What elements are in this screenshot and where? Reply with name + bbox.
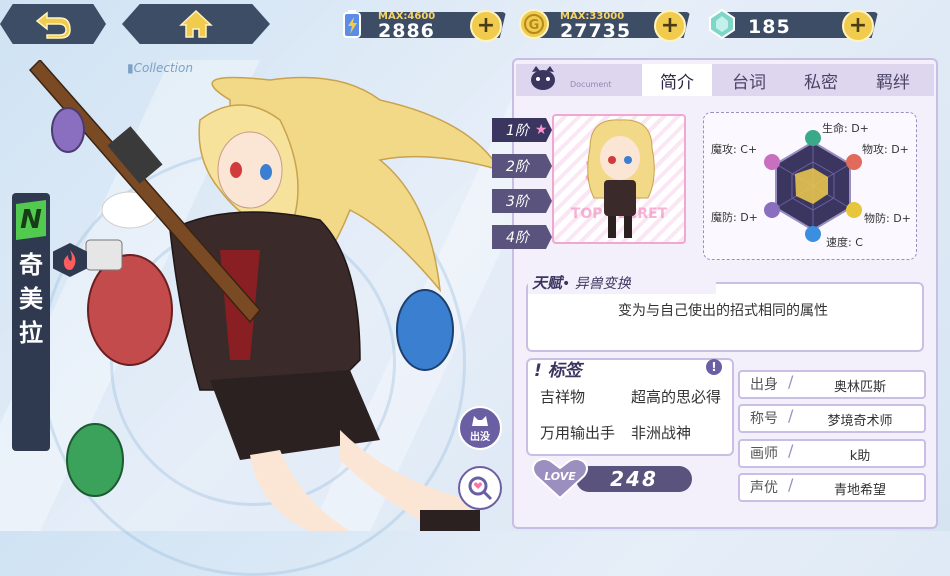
love-label: LOVE bbox=[544, 470, 576, 483]
back-arrow-icon bbox=[35, 11, 71, 39]
stage-3-button[interactable]: 3阶 bbox=[492, 189, 552, 213]
character-illustration bbox=[28, 60, 502, 531]
tags-title: 标签 bbox=[547, 361, 582, 381]
gold-value: 27735 bbox=[560, 20, 632, 42]
stamina-value: 2886 bbox=[378, 20, 435, 42]
tab-private[interactable]: 私密 bbox=[786, 64, 856, 96]
stat-mag-def: 魔防: D+ bbox=[711, 211, 758, 224]
magnifier-heart-icon bbox=[468, 476, 493, 501]
tab-lines[interactable]: 台词 bbox=[714, 64, 784, 96]
view-illustration-button[interactable] bbox=[458, 466, 502, 510]
monster-face-icon bbox=[472, 415, 488, 426]
stage-4-button[interactable]: 4阶 bbox=[492, 225, 552, 249]
info-value: 青地希望 bbox=[833, 483, 886, 498]
stage-4-label: 4阶 bbox=[506, 230, 529, 246]
appear-label: 出没 bbox=[470, 431, 490, 443]
info-value: 梦境奇术师 bbox=[827, 414, 893, 429]
stat-phys-def: 物防: D+ bbox=[864, 212, 911, 225]
info-separator: / bbox=[788, 475, 794, 494]
talent-header: 天赋• 异兽变换 bbox=[528, 272, 716, 294]
stage-3-label: 3阶 bbox=[506, 194, 529, 210]
stage-1-label: 1阶 bbox=[506, 123, 529, 139]
info-key: 声优 bbox=[750, 480, 778, 496]
info-key: 画师 bbox=[750, 446, 778, 462]
tab-profile[interactable]: 简介 bbox=[642, 64, 712, 96]
stage-2-label: 2阶 bbox=[506, 159, 529, 175]
info-key: 出身 bbox=[750, 377, 778, 393]
stage-2-button[interactable]: 2阶 bbox=[492, 154, 552, 178]
chibi-preview: 机密 TOP SECRET bbox=[552, 114, 686, 244]
tag-item: 万用输出手 bbox=[540, 424, 616, 442]
appear-button[interactable]: 出没 bbox=[458, 406, 502, 450]
back-button[interactable] bbox=[0, 4, 106, 44]
love-value: 248 bbox=[576, 466, 692, 492]
info-separator: / bbox=[788, 406, 794, 425]
talent-title: 天赋 bbox=[532, 274, 563, 292]
info-key: 称号 bbox=[750, 411, 778, 427]
talent-name: • 异兽变换 bbox=[562, 276, 631, 292]
talent-description: 变为与自己使出的招式相同的属性 bbox=[618, 303, 828, 319]
info-value: 奥林匹斯 bbox=[833, 380, 886, 395]
stat-hp: 生命: D+ bbox=[822, 122, 869, 135]
info-value: k助 bbox=[849, 449, 871, 464]
gold-counter: G MAX:33000 27735 + bbox=[518, 8, 690, 42]
tab-bond[interactable]: 羁绊 bbox=[858, 64, 928, 96]
document-mascot-icon bbox=[528, 64, 558, 92]
stats-radar-chart bbox=[764, 130, 862, 242]
info-row-origin: 出身 / 奥林匹斯 bbox=[738, 370, 926, 399]
crystal-icon bbox=[706, 8, 738, 40]
document-label: Document bbox=[570, 80, 612, 89]
tag-item: 非洲战神 bbox=[631, 424, 692, 442]
battery-icon bbox=[336, 8, 368, 40]
info-row-artist: 画师 / k助 bbox=[738, 439, 926, 468]
gem-counter: 185 + bbox=[706, 8, 878, 42]
tag-item: 超高的思必得 bbox=[631, 388, 722, 406]
info-row-title: 称号 / 梦境奇术师 bbox=[738, 404, 926, 433]
character-name: 奇美拉 bbox=[19, 251, 43, 347]
gem-value: 185 bbox=[748, 16, 791, 38]
star-icon: ★ bbox=[534, 122, 548, 138]
coin-icon: G bbox=[518, 8, 550, 40]
svg-text:G: G bbox=[529, 18, 540, 33]
info-separator: / bbox=[788, 441, 794, 460]
tag-item: 吉祥物 bbox=[540, 388, 586, 406]
gem-add-button[interactable]: + bbox=[842, 10, 874, 42]
home-button[interactable] bbox=[122, 4, 270, 44]
stage-1-button[interactable]: 1阶 ★ bbox=[492, 118, 552, 142]
stamina-counter: MAX:4600 2886 + bbox=[336, 8, 506, 42]
home-icon bbox=[179, 9, 213, 38]
tag-mark-icon: ! bbox=[534, 361, 542, 381]
stamina-add-button[interactable]: + bbox=[470, 10, 502, 42]
rarity-badge: N bbox=[16, 200, 46, 240]
stat-phys-atk: 物攻: D+ bbox=[862, 143, 909, 156]
stat-speed: 速度: C bbox=[826, 236, 863, 249]
stat-mag-atk: 魔攻: C+ bbox=[711, 143, 758, 156]
tags-header: ! 标签 bbox=[534, 356, 582, 381]
info-separator: / bbox=[788, 372, 794, 391]
gold-add-button[interactable]: + bbox=[654, 10, 686, 42]
info-row-voice: 声优 / 青地希望 bbox=[738, 473, 926, 502]
tags-info-icon[interactable]: ! bbox=[706, 359, 722, 375]
chibi-character bbox=[587, 119, 655, 238]
